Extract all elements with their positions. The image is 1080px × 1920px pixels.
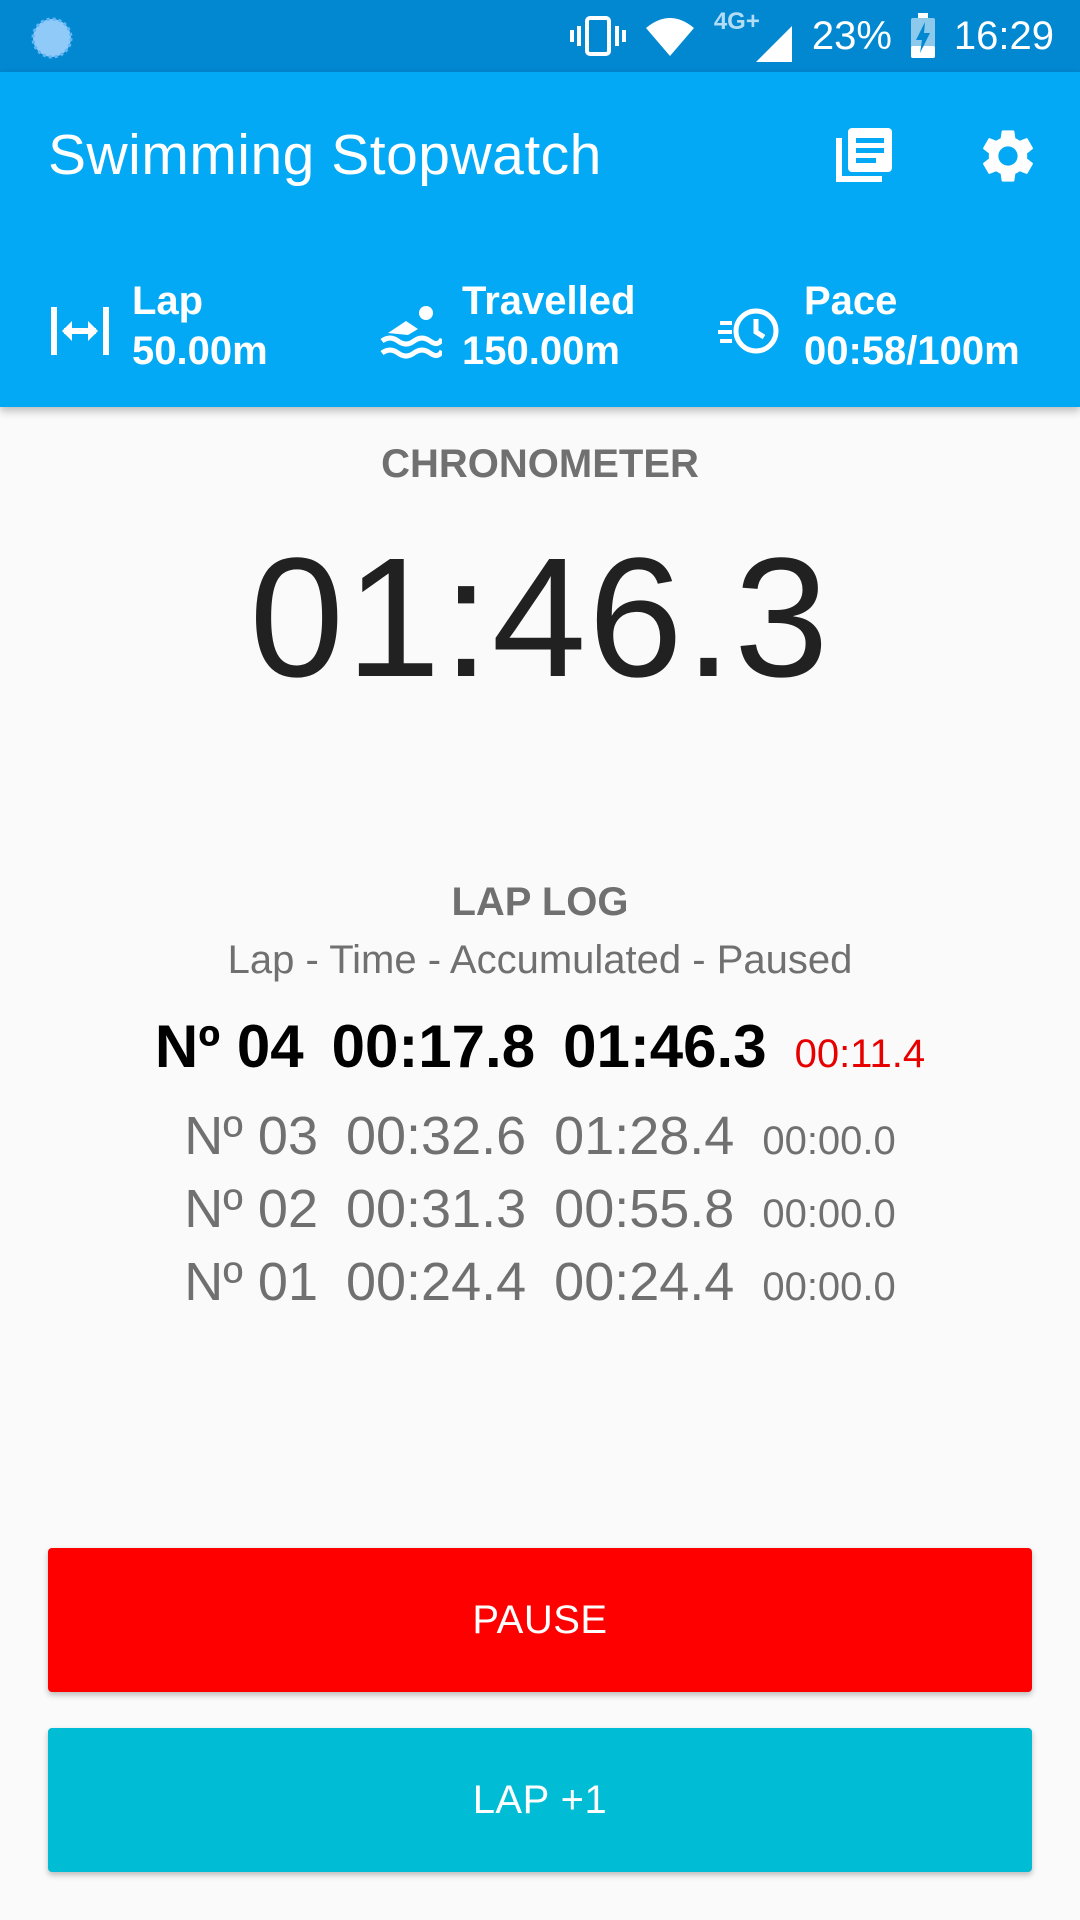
- stat-pace: Pace 00:58/100m: [718, 279, 1058, 379]
- lap-time: 00:17.8: [331, 1013, 536, 1080]
- stat-travelled-value: 150.00m: [462, 329, 620, 373]
- battery-charging-icon: [910, 13, 936, 59]
- clock: 16:29: [953, 13, 1054, 58]
- stat-pace-label: Pace: [804, 279, 898, 323]
- lap-distance-icon: [48, 299, 112, 363]
- lap-row: Nº 02 00:31.3 00:55.8 00:00.0: [0, 1178, 1080, 1240]
- lap-number: Nº 04: [154, 1013, 304, 1080]
- settings-gear-icon[interactable]: [976, 124, 1040, 188]
- pace-clock-icon: [718, 299, 782, 363]
- swimmer-icon: [378, 299, 445, 363]
- sync-notification-icon: [30, 16, 74, 60]
- lap-accumulated: 00:24.4: [554, 1252, 735, 1312]
- battery-percent: 23%: [811, 13, 892, 58]
- lap-row-current: Nº 04 00:17.8 01:46.3 00:11.4: [0, 1012, 1080, 1081]
- chronometer-label: CHRONOMETER: [381, 442, 699, 486]
- app-title: Swimming Stopwatch: [48, 123, 602, 187]
- cell-signal-icon: 4G+: [714, 6, 794, 66]
- stat-travelled: Travelled 150.00m: [378, 279, 668, 379]
- lap-number: Nº 01: [184, 1252, 318, 1312]
- stat-travelled-label: Travelled: [462, 279, 636, 323]
- status-indicators: 4G+ 23% 16:29: [569, 0, 1054, 72]
- lap-number: Nº 03: [184, 1106, 318, 1166]
- lap-accumulated: 01:28.4: [554, 1106, 735, 1166]
- pause-button[interactable]: PAUSE: [48, 1548, 1032, 1692]
- stats-row: Lap 50.00m Travelled 150.00m Pace 00:58/…: [0, 279, 1080, 379]
- vibrate-icon: [569, 14, 626, 58]
- app-bar: Swimming Stopwatch Lap 50.00m Travelled …: [0, 72, 1080, 407]
- lap-time: 00:31.3: [345, 1179, 527, 1239]
- status-bar: 4G+ 23% 16:29: [0, 0, 1080, 72]
- lap-log-columns: Lap - Time - Accumulated - Paused: [227, 938, 853, 982]
- wifi-icon: [644, 14, 696, 58]
- chronometer-time: 01:46.3: [249, 523, 831, 713]
- lap-log-title: LAP LOG: [451, 880, 629, 924]
- lap-plus-one-button[interactable]: LAP +1: [48, 1728, 1032, 1872]
- stat-lap: Lap 50.00m: [48, 279, 308, 379]
- history-list-icon[interactable]: [832, 124, 896, 188]
- lap-paused: 00:11.4: [794, 1032, 926, 1076]
- lap-row: Nº 03 00:32.6 01:28.4 00:00.0: [0, 1105, 1080, 1167]
- lap-paused: 00:00.0: [762, 1119, 896, 1163]
- lap-row: Nº 01 00:24.4 00:24.4 00:00.0: [0, 1251, 1080, 1313]
- lap-time: 00:24.4: [345, 1252, 527, 1312]
- lap-accumulated: 00:55.8: [554, 1179, 735, 1239]
- lap-number: Nº 02: [184, 1179, 318, 1239]
- lap-paused: 00:00.0: [762, 1265, 896, 1309]
- stat-pace-value: 00:58/100m: [804, 329, 1020, 373]
- stat-lap-label: Lap: [132, 279, 204, 323]
- lap-time: 00:32.6: [345, 1106, 527, 1166]
- lap-accumulated: 01:46.3: [563, 1013, 767, 1080]
- lap-paused: 00:00.0: [762, 1192, 896, 1236]
- stat-lap-value: 50.00m: [132, 329, 268, 373]
